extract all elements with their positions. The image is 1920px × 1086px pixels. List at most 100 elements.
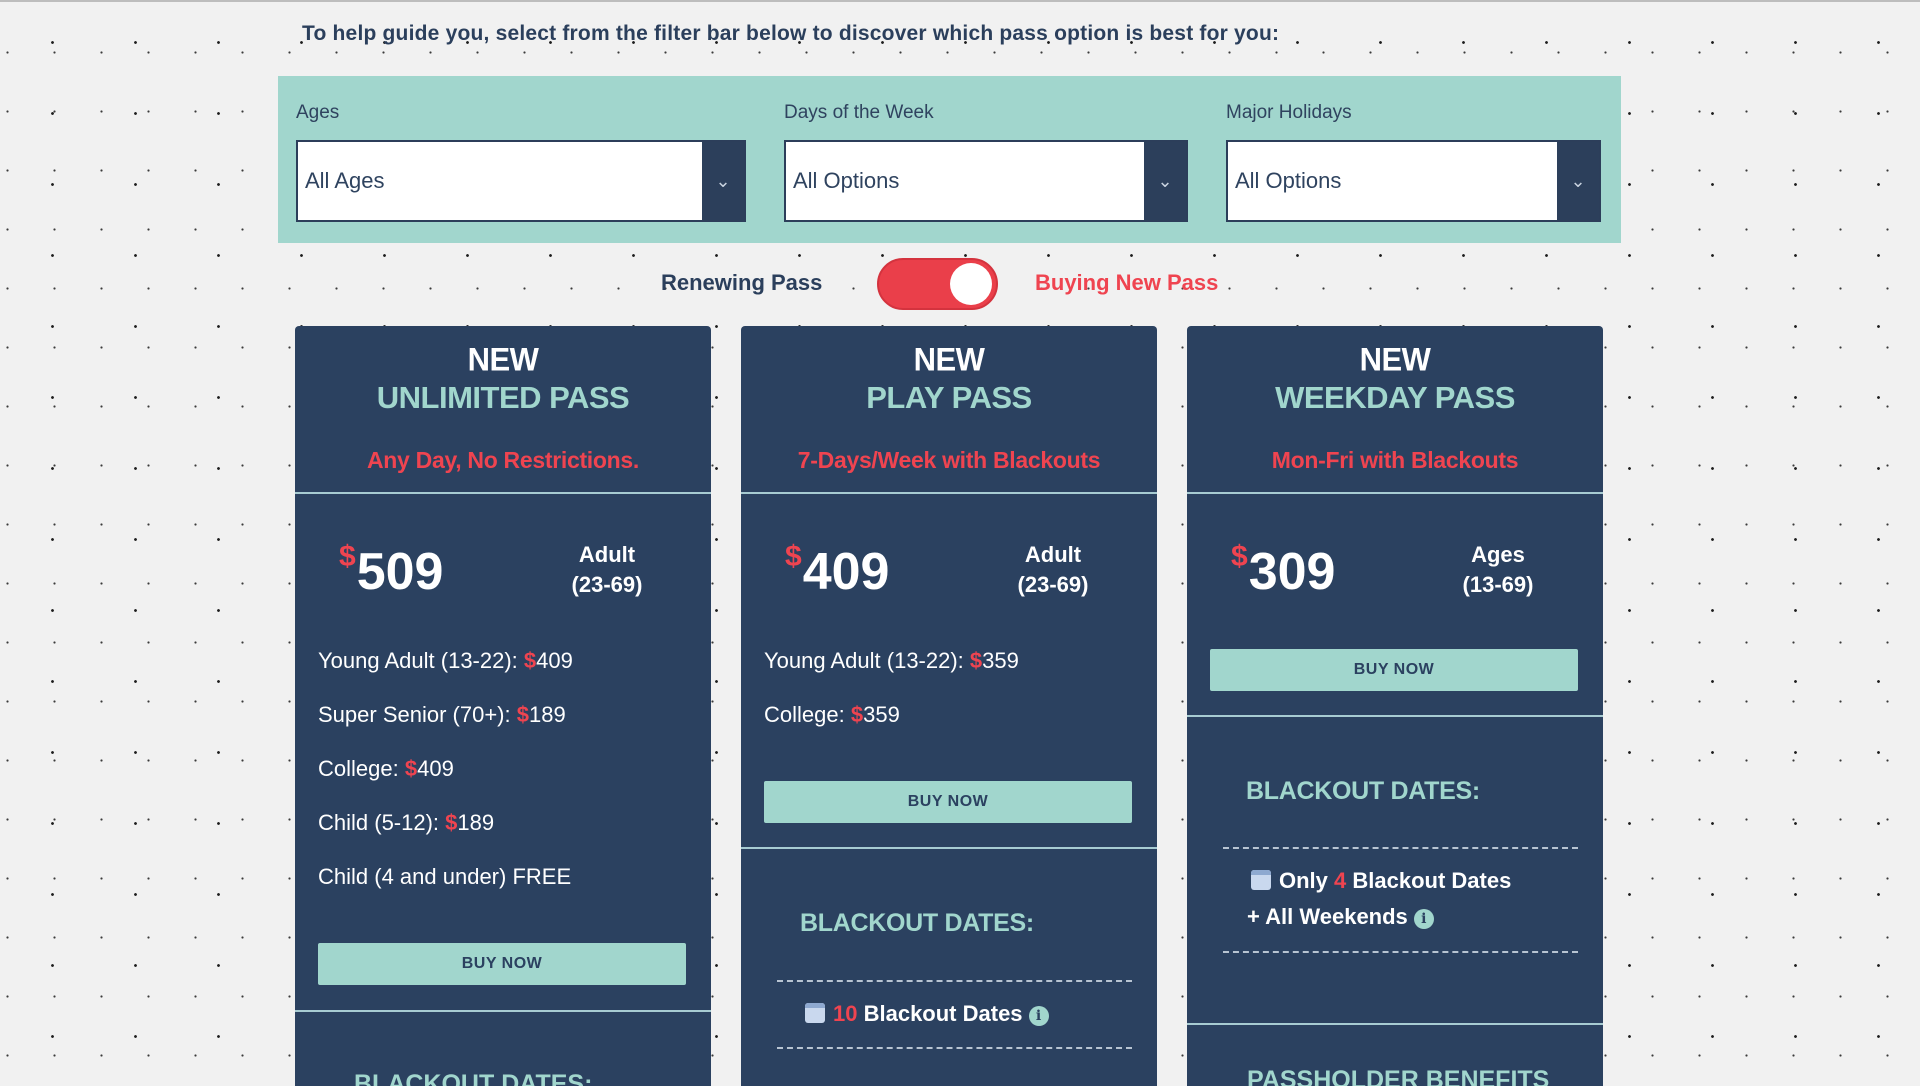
chevron-down-icon[interactable]: ⌄ xyxy=(1144,142,1186,220)
dashed-divider xyxy=(1223,847,1578,849)
card-header: NEW PLAY PASS 7-Days/Week with Blackouts xyxy=(741,326,1157,494)
tier-price: 189 xyxy=(457,810,495,835)
ages-select[interactable]: All Ages ⌄ xyxy=(296,140,746,222)
price-value: 309 xyxy=(1248,543,1336,601)
card-header: NEW WEEKDAY PASS Mon-Fri with Blackouts xyxy=(1187,326,1603,494)
blackout-dates-heading: BLACKOUT DATES: xyxy=(354,1070,593,1086)
days-select-value: All Options xyxy=(793,168,900,193)
price-audience: Ages (13-69) xyxy=(1423,540,1573,600)
card-new-label: NEW xyxy=(913,341,985,378)
filter-holidays-label: Major Holidays xyxy=(1226,102,1352,123)
blackout-weekends-text: + All Weekends xyxy=(1247,904,1408,929)
ages-select-value: All Ages xyxy=(305,168,385,193)
blackout-dates-heading: BLACKOUT DATES: xyxy=(1246,777,1480,805)
holidays-select[interactable]: All Options ⌄ xyxy=(1226,140,1601,222)
price-audience-label: Adult xyxy=(1024,542,1082,567)
unlimited-pass-card: NEW UNLIMITED PASS Any Day, No Restricti… xyxy=(295,326,711,1086)
currency-symbol: $ xyxy=(969,648,983,673)
tier-row: College: $359 xyxy=(764,702,900,728)
price-audience: Adult (23-69) xyxy=(532,540,682,600)
card-pass-name: UNLIMITED PASS xyxy=(376,380,630,415)
calendar-icon xyxy=(1251,870,1271,890)
chevron-down-icon[interactable]: ⌄ xyxy=(1557,142,1599,220)
card-tagline: 7-Days/Week with Blackouts xyxy=(797,447,1101,473)
section-divider xyxy=(1187,715,1603,717)
days-select[interactable]: All Options ⌄ xyxy=(784,140,1188,222)
buying-new-pass-label[interactable]: Buying New Pass xyxy=(1035,270,1218,296)
buy-now-button[interactable]: BUY NOW xyxy=(1210,649,1578,691)
dashed-divider xyxy=(777,980,1132,982)
calendar-icon xyxy=(805,1003,825,1023)
currency-symbol: $ xyxy=(339,540,356,573)
blackout-count-number: 10 xyxy=(833,1001,858,1026)
section-divider xyxy=(741,847,1157,849)
top-border xyxy=(0,0,1920,2)
blackout-dates-heading: BLACKOUT DATES: xyxy=(800,909,1034,937)
holidays-select-value: All Options xyxy=(1235,168,1342,193)
currency-symbol: $ xyxy=(850,702,864,727)
tier-row: College: $409 xyxy=(318,756,454,782)
filter-ages-label: Ages xyxy=(296,102,340,123)
price-audience-range: (13-69) xyxy=(1462,572,1534,597)
blackout-count-text: Blackout Dates xyxy=(1346,868,1512,893)
tier-price: 189 xyxy=(528,702,566,727)
dashed-divider xyxy=(1223,951,1578,953)
card-pass-name: PLAY PASS xyxy=(866,380,1032,415)
info-icon[interactable]: i xyxy=(1413,909,1434,929)
tier-label: Child (4 and under) FREE xyxy=(318,864,572,889)
intro-text: To help guide you, select from the filte… xyxy=(302,22,1280,45)
tier-row: Young Adult (13-22): $359 xyxy=(764,648,1019,674)
tier-label: Young Adult (13-22): xyxy=(318,648,524,673)
pass-type-toggle[interactable] xyxy=(877,258,998,310)
buy-now-button[interactable]: BUY NOW xyxy=(764,781,1132,823)
dashed-divider xyxy=(777,1047,1132,1049)
pass-type-toggle-row: Renewing Pass Buying New Pass xyxy=(0,258,1920,314)
chevron-down-icon[interactable]: ⌄ xyxy=(702,142,744,220)
card-pass-name: WEEKDAY PASS xyxy=(1275,380,1515,415)
price-audience-range: (23-69) xyxy=(1017,572,1089,597)
buy-now-button[interactable]: BUY NOW xyxy=(318,943,686,985)
filter-bar: Ages All Ages ⌄ Days of the Week All Opt… xyxy=(278,76,1621,243)
renewing-pass-label[interactable]: Renewing Pass xyxy=(661,270,822,296)
blackout-prefix: Only xyxy=(1279,868,1335,893)
blackout-count-number: 4 xyxy=(1334,868,1347,893)
price-value: 509 xyxy=(356,543,444,601)
currency-symbol: $ xyxy=(1231,540,1248,573)
weekday-pass-card: NEW WEEKDAY PASS Mon-Fri with Blackouts … xyxy=(1187,326,1603,1086)
tier-row: Super Senior (70+): $189 xyxy=(318,702,566,728)
toggle-knob[interactable] xyxy=(950,263,992,305)
price-audience-range: (23-69) xyxy=(571,572,643,597)
play-pass-card: NEW PLAY PASS 7-Days/Week with Blackouts… xyxy=(741,326,1157,1086)
card-new-label: NEW xyxy=(1359,341,1431,378)
price-value: 409 xyxy=(802,543,890,601)
price-audience: Adult (23-69) xyxy=(978,540,1128,600)
card-new-label: NEW xyxy=(467,341,539,378)
blackout-count-text: Blackout Dates xyxy=(857,1001,1023,1026)
tier-price: 409 xyxy=(417,756,454,781)
main-price: $509 xyxy=(339,540,444,602)
section-divider xyxy=(295,1010,711,1012)
tier-price: 359 xyxy=(863,702,900,727)
tier-price: 409 xyxy=(536,648,573,673)
currency-symbol: $ xyxy=(523,648,537,673)
card-header: NEW UNLIMITED PASS Any Day, No Restricti… xyxy=(295,326,711,494)
tier-row: Child (5-12): $189 xyxy=(318,810,494,836)
currency-symbol: $ xyxy=(404,756,418,781)
tier-label: Child (5-12): xyxy=(318,810,446,835)
card-tagline: Mon-Fri with Blackouts xyxy=(1271,447,1519,473)
tier-row: Young Adult (13-22): $409 xyxy=(318,648,573,674)
price-audience-label: Ages xyxy=(1471,542,1525,567)
currency-symbol: $ xyxy=(516,702,529,727)
blackout-count: 10 Blackout Dates i xyxy=(805,1001,1049,1027)
main-price: $309 xyxy=(1231,540,1336,602)
filter-days-label: Days of the Week xyxy=(784,102,934,123)
tier-row: Child (4 and under) FREE xyxy=(318,864,571,890)
card-tagline: Any Day, No Restrictions. xyxy=(367,447,639,473)
blackout-count: Only 4 Blackout Dates xyxy=(1251,868,1511,894)
currency-symbol: $ xyxy=(785,540,802,573)
tier-label: Young Adult (13-22): xyxy=(764,648,970,673)
currency-symbol: $ xyxy=(445,810,458,835)
info-icon[interactable]: i xyxy=(1028,1006,1049,1026)
main-price: $409 xyxy=(785,540,890,602)
tier-label: College: xyxy=(764,702,851,727)
